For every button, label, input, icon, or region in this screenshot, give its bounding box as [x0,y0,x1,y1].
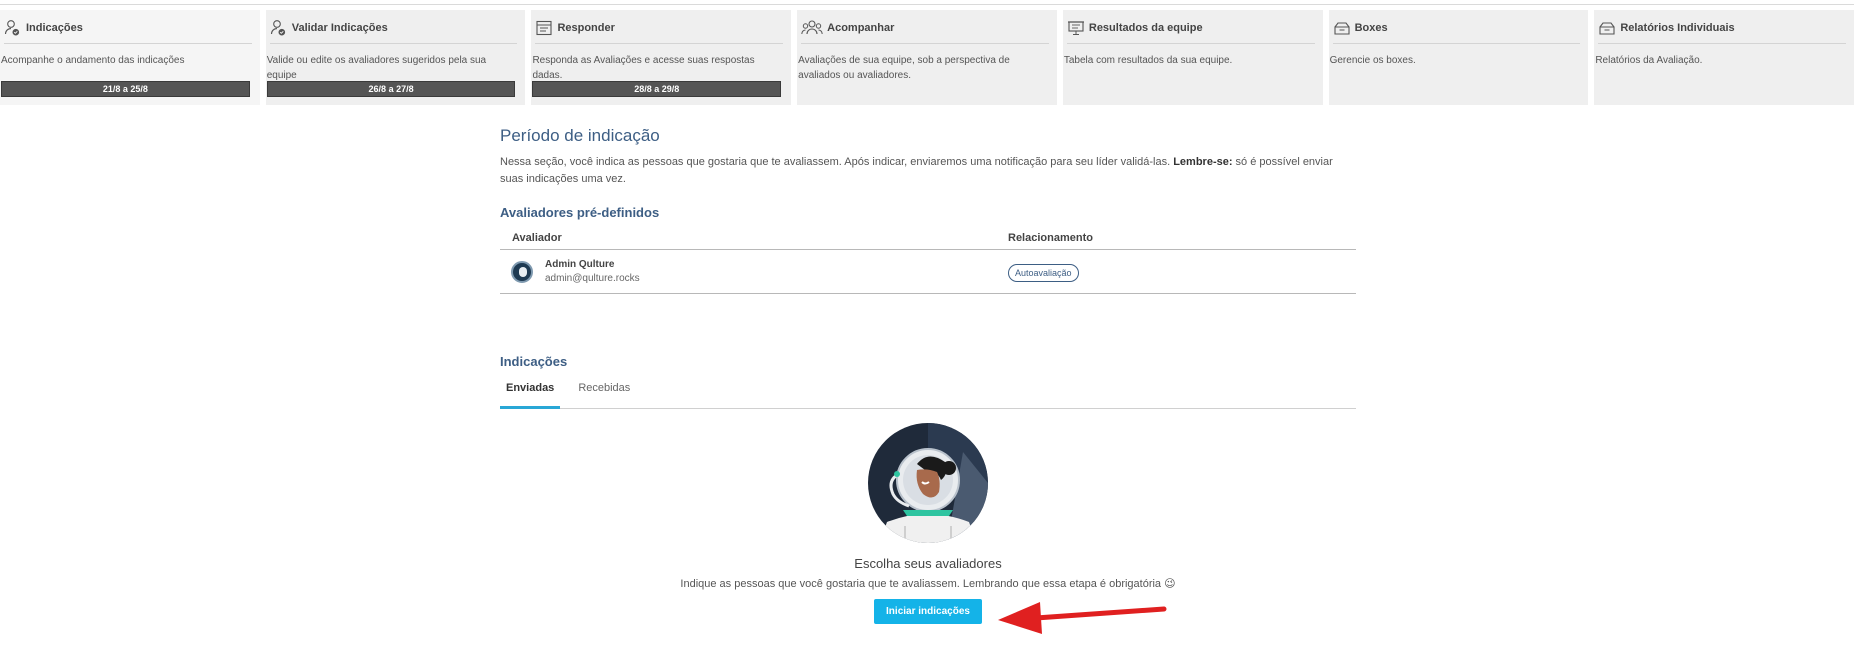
step-validar-indicacoes[interactable]: Validar Indicações Valide ou edite os av… [265,10,526,105]
person-check-icon [270,19,285,35]
box-icon [1599,21,1615,35]
empty-state: Escolha seus avaliadores Indique as pess… [500,422,1356,624]
box-icon [1334,21,1350,35]
empty-state-title: Escolha seus avaliadores [854,556,1002,571]
indications-title: Indicações [500,354,568,369]
predefined-evaluators-title: Avaliadores pré-definidos [500,205,660,220]
astronaut-illustration [868,423,988,543]
step-title: Relatórios Individuais [1620,21,1735,34]
column-evaluator: Avaliador [512,231,562,244]
indications-tabs: Enviadas Recebidas [500,376,1356,409]
step-description: Avaliações de sua equipe, sob a perspect… [798,55,1010,81]
step-title: Validar Indicações [291,21,388,34]
step-title: Resultados da equipe [1088,21,1203,34]
empty-state-description: Indique as pessoas que você gostaria que… [680,578,1176,590]
presentation-icon [1067,20,1084,35]
form-icon [536,20,552,35]
intro-part: Nessa seção, você indica as pessoas que … [500,156,1174,168]
step-description: Responda as Avaliações e acesse suas res… [532,55,755,81]
step-title: Acompanhar [827,21,895,34]
start-indications-button[interactable]: Iniciar indicações [874,599,982,624]
table-row: Admin Qulture admin@qulture.rocks Autoav… [500,250,1356,294]
step-title: Responder [557,21,615,34]
step-boxes[interactable]: Boxes Gerencie os boxes. [1328,10,1589,105]
evaluator-cell: Admin Qulture admin@qulture.rocks [500,258,1008,286]
step-description: Tabela com resultados da sua equipe. [1063,55,1233,66]
person-check-icon [4,19,20,35]
tab-enviadas[interactable]: Enviadas [500,376,561,409]
avatar [511,260,533,283]
step-description: Relatórios da Avaliação. [1595,55,1703,66]
step-date-bar: 28/8 a 29/8 [532,81,782,97]
step-resultados-da-equipe[interactable]: Resultados da equipe Tabela com resultad… [1062,10,1323,105]
top-divider [0,0,1854,5]
step-indicacoes[interactable]: Indicações Acompanhe o andamento das ind… [0,10,260,105]
step-responder[interactable]: Responder Responda as Avaliações e acess… [531,10,792,105]
column-relationship: Relacionamento [1008,231,1093,244]
step-title: Boxes [1354,21,1388,34]
steps-nav: Indicações Acompanhe o andamento das ind… [0,10,1854,105]
relationship-badge: Autoavaliação [1008,263,1079,282]
step-acompanhar[interactable]: Acompanhar Avaliações de sua equipe, sob… [797,10,1057,105]
group-icon [801,19,823,34]
intro-bold: Lembre-se: [1173,156,1233,168]
intro-text: Nessa seção, você indica as pessoas que … [500,154,1356,188]
step-date-bar: 21/8 a 25/8 [1,81,250,97]
evaluator-email: admin@qulture.rocks [545,272,640,284]
step-description: Gerencie os boxes. [1329,55,1416,66]
red-arrow-annotation [998,602,1167,634]
step-description: Acompanhe o andamento das indicações [1,55,185,66]
step-title: Indicações [26,21,83,34]
evaluators-table: Avaliador Relacionamento Admin Qulture a… [500,226,1356,294]
table-header: Avaliador Relacionamento [500,226,1356,250]
page-title: Período de indicação [500,126,660,145]
step-description: Valide ou edite os avaliadores sugeridos… [266,55,487,81]
tab-recebidas[interactable]: Recebidas [572,376,636,409]
evaluator-name: Admin Qulture [545,258,615,270]
step-date-bar: 26/8 a 27/8 [266,81,516,97]
step-relatorios-individuais[interactable]: Relatórios Individuais Relatórios da Ava… [1594,10,1854,105]
